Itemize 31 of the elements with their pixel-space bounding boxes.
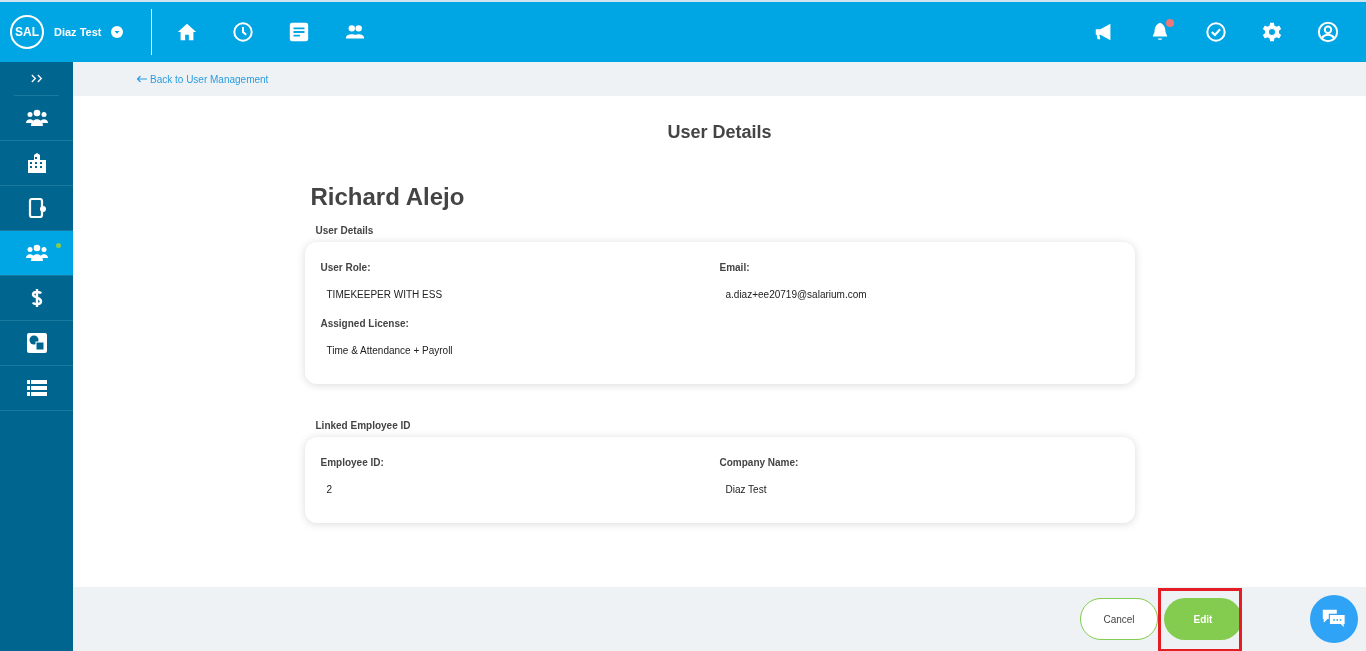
document-icon[interactable] [288,21,311,43]
field-value: TIMEKEEPER WITH ESS [325,289,444,300]
field-label: Company Name: [719,457,800,468]
field-value: 2 [325,484,334,495]
page-title: User Details [667,122,772,143]
field-value: Time & Attendance + Payroll [325,345,454,356]
section-title: User Details [315,225,375,236]
arrow-left-icon [136,75,148,83]
edit-button[interactable]: Edit [1164,598,1242,640]
back-link[interactable]: Back to User Management [136,73,269,85]
company-switcher[interactable]: Diaz Test [54,26,124,38]
cancel-button[interactable]: Cancel [1080,598,1158,640]
shapes-icon [24,331,49,355]
settings-icon[interactable] [1261,21,1283,43]
clock-icon[interactable] [232,21,255,43]
home-icon[interactable] [176,21,199,43]
field-label: Email: [719,262,751,273]
check-circle-icon[interactable] [1205,21,1227,43]
field-value: Diaz Test [724,484,768,495]
profile-icon[interactable] [1317,21,1339,43]
field-label: Assigned License: [320,318,410,329]
section-title: Linked Employee ID [315,420,412,431]
chat-button[interactable] [1310,595,1358,643]
expand-icon[interactable] [30,74,43,83]
sidebar-item[interactable] [0,231,73,276]
caret-icon [111,26,124,38]
field-value: a.diaz+ee20719@salarium.com [724,289,868,300]
field-label: Employee ID: [320,457,385,468]
logo[interactable]: SAL [10,15,44,49]
user-name: Richard Alejo [310,183,466,211]
field-label: User Role: [320,262,372,273]
